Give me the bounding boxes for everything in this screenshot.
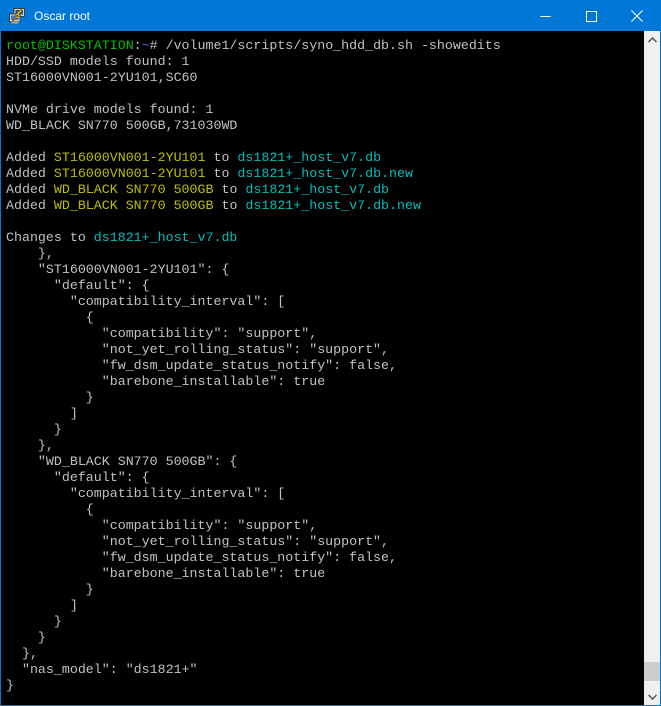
scroll-down-button[interactable]: [644, 688, 660, 705]
terminal-line: "compatibility": "support",: [6, 518, 644, 534]
scroll-up-button[interactable]: [644, 31, 660, 48]
terminal-line: "default": {: [6, 470, 644, 486]
putty-icon[interactable]: [9, 8, 25, 24]
maximize-icon: [586, 11, 597, 22]
terminal-line: },: [6, 438, 644, 454]
terminal-line: [6, 86, 644, 102]
terminal-line: "fw_dsm_update_status_notify": false,: [6, 358, 644, 374]
window-title: Oscar root: [34, 9, 90, 23]
terminal-line: "nas_model": "ds1821+": [6, 662, 644, 678]
terminal-line: "barebone_installable": true: [6, 566, 644, 582]
maximize-button[interactable]: [568, 1, 614, 31]
window-controls: [522, 1, 660, 31]
terminal-line: NVMe drive models found: 1: [6, 102, 644, 118]
close-button[interactable]: [614, 1, 660, 31]
terminal-line: [6, 214, 644, 230]
terminal-line: "not_yet_rolling_status": "support",: [6, 534, 644, 550]
terminal-line: {: [6, 502, 644, 518]
terminal-line: "compatibility": "support",: [6, 326, 644, 342]
terminal-line: "fw_dsm_update_status_notify": false,: [6, 550, 644, 566]
terminal-line: "not_yet_rolling_status": "support",: [6, 342, 644, 358]
terminal-line: }: [6, 390, 644, 406]
terminal-line: "compatibility_interval": [: [6, 294, 644, 310]
terminal-line: }: [6, 422, 644, 438]
scrollbar[interactable]: [644, 31, 660, 705]
terminal-line: }: [6, 630, 644, 646]
terminal-line: ]: [6, 406, 644, 422]
app-window: Oscar root root@DISKSTATION:~# /volume1/…: [0, 0, 661, 706]
terminal-line: "ST16000VN001-2YU101": {: [6, 262, 644, 278]
terminal-line: Added ST16000VN001-2YU101 to ds1821+_hos…: [6, 166, 644, 182]
terminal-line: }: [6, 582, 644, 598]
scroll-up-icon: [648, 37, 657, 43]
terminal-line: },: [6, 246, 644, 262]
title-bar[interactable]: Oscar root: [1, 1, 660, 31]
terminal-line: "WD_BLACK SN770 500GB": {: [6, 454, 644, 470]
terminal-line: {: [6, 310, 644, 326]
terminal-line: Changes to ds1821+_host_v7.db: [6, 230, 644, 246]
terminal-line: Added WD_BLACK SN770 500GB to ds1821+_ho…: [6, 182, 644, 198]
scroll-down-icon: [648, 694, 657, 700]
terminal-line: [6, 134, 644, 150]
terminal-line: "barebone_installable": true: [6, 374, 644, 390]
terminal-line: Added WD_BLACK SN770 500GB to ds1821+_ho…: [6, 198, 644, 214]
minimize-button[interactable]: [522, 1, 568, 31]
terminal-line: }: [6, 678, 644, 694]
terminal-line: Added ST16000VN001-2YU101 to ds1821+_hos…: [6, 150, 644, 166]
terminal-line: "default": {: [6, 278, 644, 294]
scroll-thumb[interactable]: [644, 662, 660, 681]
terminal-line: "compatibility_interval": [: [6, 486, 644, 502]
terminal-line: ]: [6, 598, 644, 614]
terminal-line: }: [6, 614, 644, 630]
terminal-line: },: [6, 646, 644, 662]
terminal-output[interactable]: root@DISKSTATION:~# /volume1/scripts/syn…: [1, 31, 644, 705]
minimize-icon: [540, 11, 551, 22]
terminal-line: HDD/SSD models found: 1: [6, 54, 644, 70]
terminal-line: ST16000VN001-2YU101,SC60: [6, 70, 644, 86]
terminal-line: WD_BLACK SN770 500GB,731030WD: [6, 118, 644, 134]
terminal-line: root@DISKSTATION:~# /volume1/scripts/syn…: [6, 38, 644, 54]
close-icon: [631, 10, 643, 22]
